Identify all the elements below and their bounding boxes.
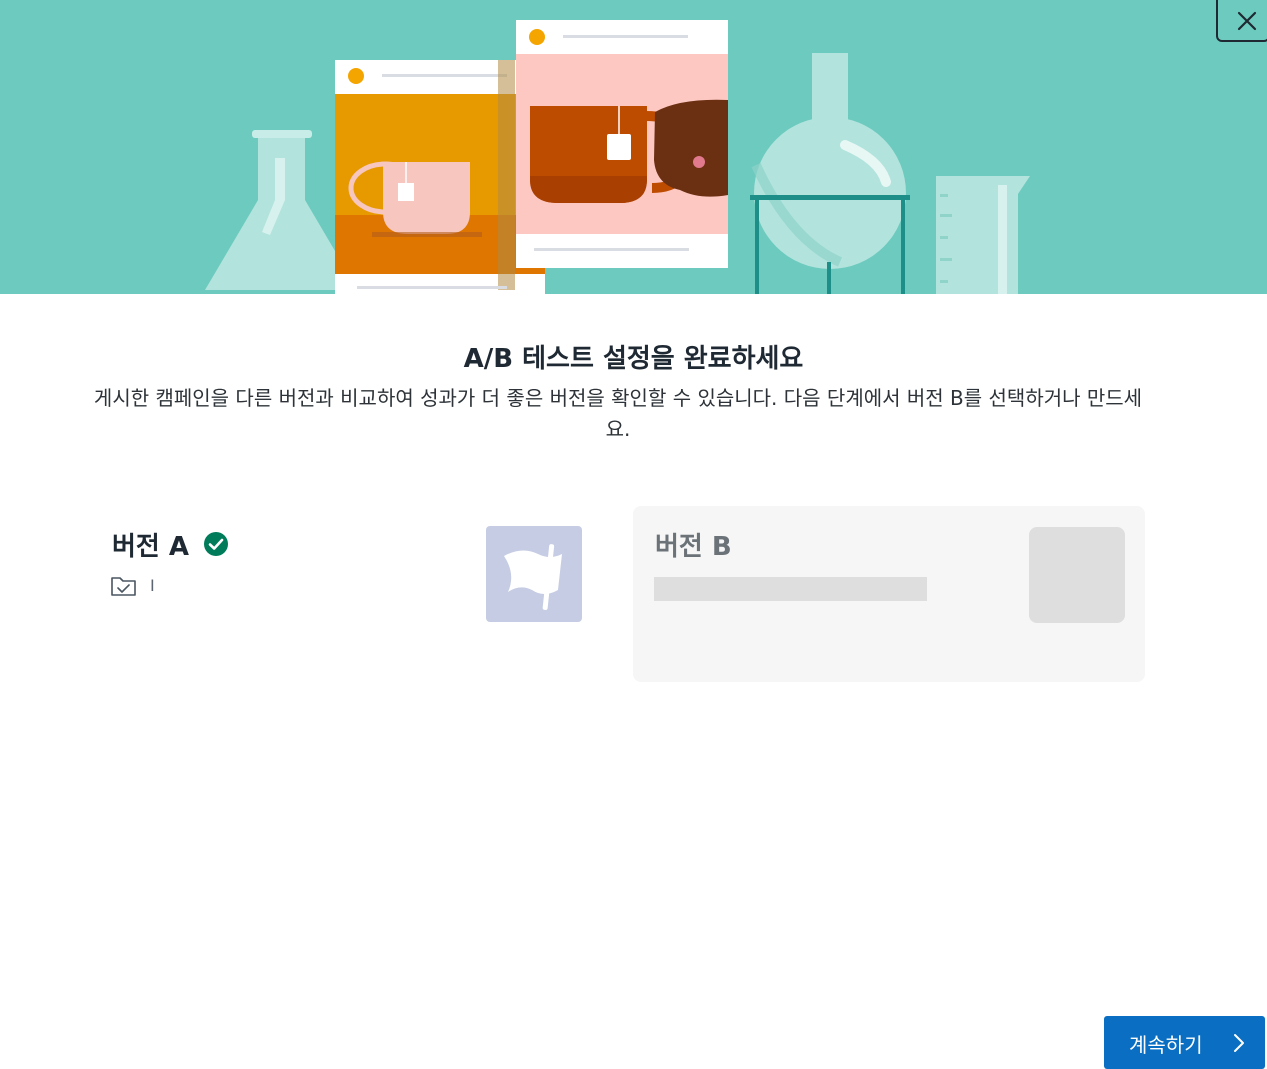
dialog-description: 게시한 캠페인을 다른 버전과 비교하여 성과가 더 좋은 버전을 확인할 수 …	[93, 386, 1143, 441]
loading-skeleton-thumbnail	[1029, 527, 1125, 623]
close-icon	[1237, 11, 1257, 31]
lab-illustration	[205, 20, 1030, 294]
dialog-title: A/B 테스트 설정을 완료하세요	[463, 344, 804, 374]
loading-skeleton-bar	[654, 577, 927, 601]
photo-card-orange	[335, 60, 545, 294]
hero-illustration	[0, 0, 1267, 294]
chevron-right-icon	[1234, 1034, 1244, 1052]
version-a-label: 버전 A	[112, 532, 190, 562]
campaign-thumbnail	[486, 526, 582, 622]
folder-check-icon	[111, 577, 136, 596]
round-flask	[750, 53, 910, 294]
check-circle-icon	[204, 532, 228, 556]
beaker	[936, 176, 1030, 294]
continue-button-label: 계속하기	[1129, 1033, 1203, 1057]
continue-button[interactable]: 계속하기	[1104, 1016, 1265, 1069]
photo-card-pink	[516, 20, 728, 268]
flag-icon	[504, 544, 562, 610]
close-button[interactable]	[1216, 0, 1267, 42]
version-a-card: 버전 A I	[100, 508, 600, 680]
campaign-name: I	[150, 576, 155, 595]
version-b-label: 버전 B	[655, 532, 732, 562]
version-b-card[interactable]: 버전 B	[633, 506, 1145, 682]
